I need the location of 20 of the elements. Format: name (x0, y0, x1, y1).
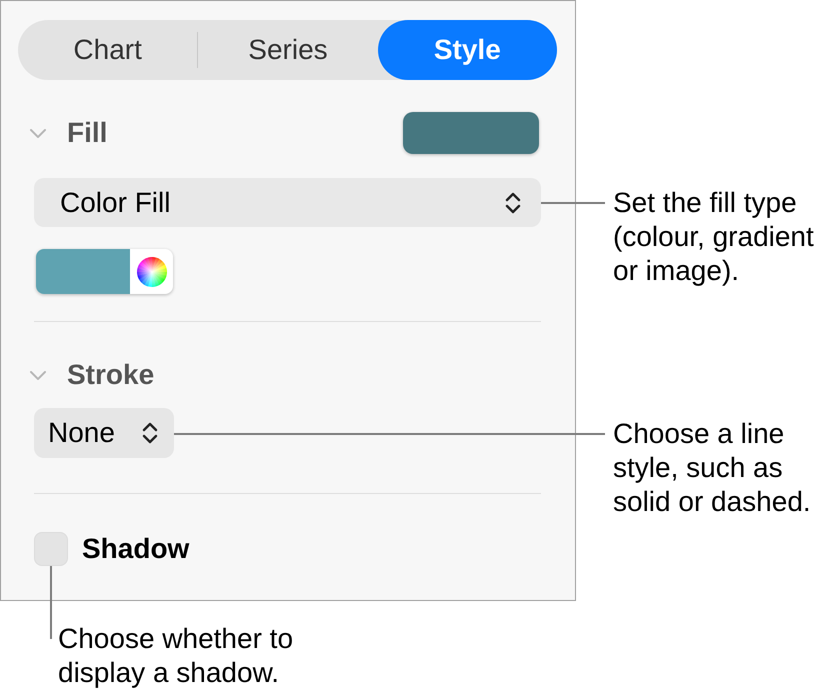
color-swatch-button[interactable] (403, 112, 539, 154)
chevron-icon[interactable] (30, 128, 46, 138)
up-down-chevron-icon (142, 422, 158, 444)
up-down-chevron-icon (505, 192, 521, 214)
checkbox-label: Shadow (82, 532, 190, 566)
section-title: Stroke (67, 358, 154, 392)
callout-text: Set the fill type (colour, gradient or image). (613, 186, 814, 288)
leader-line (541, 202, 605, 204)
callout-text: Choose whether to display a shadow. (58, 622, 294, 690)
fill-type-dropdown[interactable]: Color Fill (34, 178, 541, 227)
stroke-style-dropdown[interactable]: None (34, 408, 174, 458)
callout-text: Choose a line style, such as solid or dashed. (613, 417, 811, 519)
chevron-icon[interactable] (30, 370, 46, 380)
color-swatch-button[interactable] (36, 249, 130, 294)
tab[interactable]: Style (378, 20, 557, 80)
checkbox[interactable] (34, 532, 68, 566)
tab[interactable]: Series (198, 20, 378, 80)
color-wheel-icon (136, 256, 166, 286)
tab[interactable]: Chart (18, 20, 198, 80)
section-title: Fill (67, 116, 108, 150)
